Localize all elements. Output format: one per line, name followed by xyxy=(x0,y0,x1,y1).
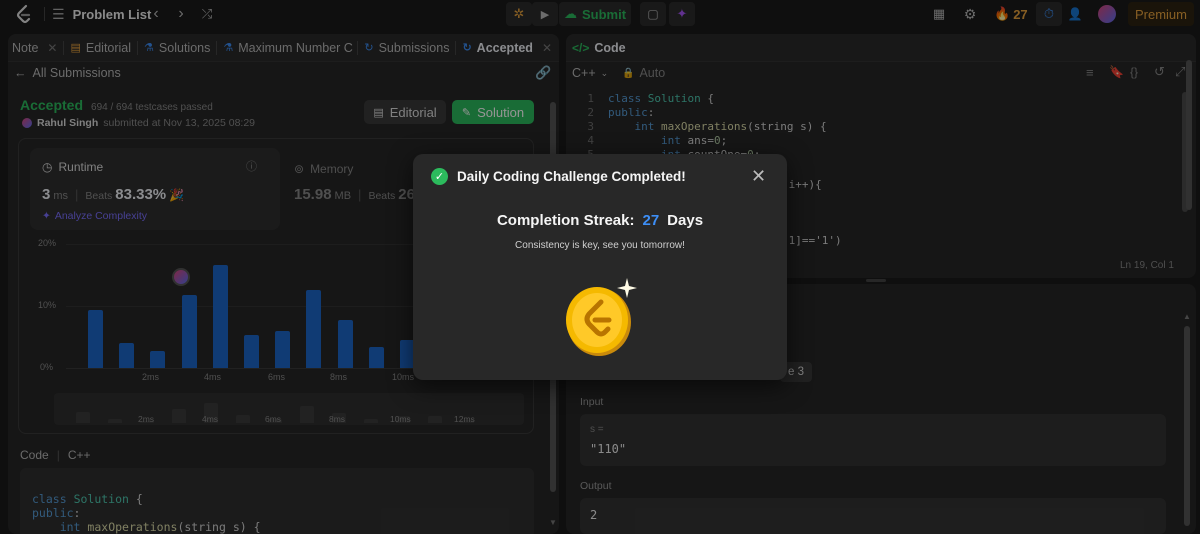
modal-title: Daily Coding Challenge Completed! xyxy=(457,169,686,184)
streak-row: Completion Streak: 27 Days xyxy=(413,212,787,229)
coin-icon xyxy=(566,278,637,356)
streak-unit: Days xyxy=(667,212,704,229)
modal-message: Consistency is key, see you tomorrow! xyxy=(515,240,685,251)
streak-value: 27 xyxy=(642,212,660,229)
check-circle-icon: ✓ xyxy=(431,168,448,185)
streak-label: Completion Streak: xyxy=(496,212,635,229)
close-icon[interactable]: ✕ xyxy=(751,166,766,187)
modal-header: ✓ Daily Coding Challenge Completed! xyxy=(431,168,686,185)
daily-challenge-modal: ✓ Daily Coding Challenge Completed! ✕ Co… xyxy=(413,154,787,380)
